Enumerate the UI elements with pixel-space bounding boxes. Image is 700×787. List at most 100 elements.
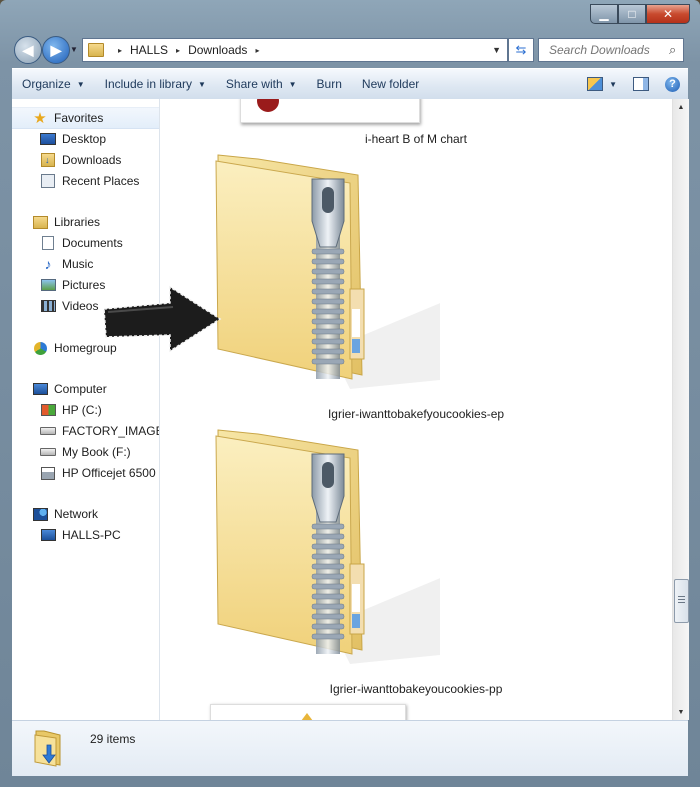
breadcrumb-downloads[interactable]: Downloads bbox=[188, 43, 247, 57]
drive-icon bbox=[40, 445, 56, 459]
sidebar-item-documents[interactable]: Documents bbox=[12, 233, 123, 253]
explorer-window: ▁ □ ✕ ◀ ▶ ▼ ▸ HALLS ▸ Downloads ▸ ▼ ⇆ ⌕ … bbox=[0, 0, 700, 787]
sidebar-item-factory-image[interactable]: FACTORY_IMAGE bbox=[12, 421, 160, 441]
sidebar-item-label: Libraries bbox=[54, 215, 101, 229]
libraries-icon bbox=[32, 215, 48, 229]
sidebar-item-label: FACTORY_IMAGE bbox=[62, 424, 160, 438]
sidebar-item-label: Computer bbox=[54, 382, 107, 396]
preview-pane-icon[interactable] bbox=[633, 77, 649, 91]
scroll-down-icon[interactable]: ▼ bbox=[673, 704, 689, 720]
chevron-down-icon: ▼ bbox=[198, 79, 206, 89]
file-name[interactable]: i-heart B of M chart bbox=[160, 132, 672, 146]
breadcrumb-separator[interactable]: ▸ bbox=[118, 46, 122, 55]
sidebar-item-recent-places[interactable]: Recent Places bbox=[12, 171, 139, 191]
zip-folder-icon[interactable] bbox=[200, 424, 450, 664]
help-icon[interactable]: ? bbox=[665, 76, 680, 92]
scroll-up-icon[interactable]: ▲ bbox=[673, 99, 689, 115]
address-dropdown-icon[interactable]: ▼ bbox=[492, 45, 501, 55]
recent-pages-dropdown-icon[interactable]: ▼ bbox=[70, 45, 78, 54]
sidebar-item-label: Recent Places bbox=[62, 174, 140, 188]
folder-icon bbox=[88, 43, 104, 57]
sidebar-item-halls-pc[interactable]: HALLS-PC bbox=[12, 525, 121, 545]
new-folder-label: New folder bbox=[361, 77, 420, 91]
breadcrumb-halls[interactable]: HALLS bbox=[130, 43, 168, 57]
sidebar-item-desktop[interactable]: Desktop bbox=[12, 129, 106, 149]
star-icon: ★ bbox=[33, 110, 47, 127]
details-pane: 29 items bbox=[12, 720, 688, 776]
search-input[interactable] bbox=[547, 42, 669, 58]
burn-button[interactable]: Burn bbox=[307, 72, 352, 96]
file-name[interactable]: Igrier-iwanttobakeyoucookies-pp bbox=[160, 682, 672, 696]
content-area: ★ Favorites Desktop ↓ Downloads Recent P… bbox=[12, 99, 689, 720]
arrow-icon bbox=[103, 285, 222, 353]
computer-icon bbox=[32, 382, 48, 396]
refresh-icon: ⇆ bbox=[515, 42, 527, 57]
toolbar-right: ▼ ? bbox=[581, 72, 688, 96]
homegroup-icon bbox=[32, 341, 48, 355]
search-icon[interactable]: ⌕ bbox=[669, 42, 676, 58]
refresh-button[interactable]: ⇆ bbox=[508, 38, 534, 62]
change-view-icon[interactable] bbox=[587, 77, 604, 91]
sidebar-item-hp-c[interactable]: HP (C:) bbox=[12, 400, 102, 420]
scrollbar-thumb[interactable] bbox=[674, 579, 689, 623]
vertical-scrollbar[interactable]: ▲ ▼ bbox=[672, 99, 689, 720]
include-in-library-button[interactable]: Include in library ▼ bbox=[95, 72, 216, 96]
film-strip-icon bbox=[40, 299, 56, 313]
sidebar-item-computer[interactable]: Computer bbox=[12, 379, 107, 399]
sidebar-item-favorites[interactable]: ★ Favorites bbox=[12, 107, 159, 129]
caption-buttons: ▁ □ ✕ bbox=[590, 4, 690, 24]
sidebar-item-label: Network bbox=[54, 507, 99, 521]
computer-icon bbox=[40, 528, 56, 542]
sidebar-item-label: Downloads bbox=[62, 153, 122, 167]
sidebar-item-label: HP Officejet 6500 I bbox=[62, 466, 160, 480]
sidebar-item-label: HALLS-PC bbox=[62, 528, 121, 542]
address-bar[interactable]: ▸ HALLS ▸ Downloads ▸ ▼ bbox=[82, 38, 508, 62]
sidebar-item-videos[interactable]: Videos bbox=[12, 296, 98, 316]
chevron-down-icon: ▼ bbox=[288, 79, 297, 89]
pictures-icon bbox=[40, 278, 56, 292]
item-count: 29 items bbox=[90, 732, 136, 746]
command-bar: Organize ▼ Include in library ▼ Share with… bbox=[12, 68, 688, 100]
maximize-button[interactable]: □ bbox=[618, 4, 646, 24]
sidebar-item-label: Videos bbox=[62, 299, 99, 313]
sidebar-item-pictures[interactable]: Pictures bbox=[12, 275, 105, 295]
drive-icon bbox=[40, 424, 56, 438]
sidebar-item-hp-officejet[interactable]: HP Officejet 6500 I bbox=[12, 463, 160, 483]
chevron-down-icon: ▼ bbox=[76, 79, 85, 89]
printer-icon bbox=[40, 466, 56, 480]
warning-icon bbox=[301, 713, 313, 720]
view-options-button[interactable]: ▼ bbox=[607, 72, 619, 96]
share-with-button[interactable]: Share with ▼ bbox=[216, 72, 307, 96]
sidebar-item-my-book[interactable]: My Book (F:) bbox=[12, 442, 131, 462]
chevron-down-icon: ▼ bbox=[609, 79, 617, 89]
sidebar-item-libraries[interactable]: Libraries bbox=[12, 212, 100, 232]
forward-button[interactable]: ▶ bbox=[42, 36, 70, 64]
search-box[interactable]: ⌕ bbox=[538, 38, 684, 62]
breadcrumb-separator[interactable]: ▸ bbox=[176, 46, 180, 55]
file-thumbnail-partial[interactable] bbox=[210, 704, 406, 720]
file-list: i-heart B of M chart Igrier-iwanttobakef… bbox=[160, 99, 672, 720]
share-with-label: Share with bbox=[225, 77, 283, 91]
zip-folder-icon[interactable] bbox=[200, 149, 450, 389]
organize-button[interactable]: Organize ▼ bbox=[12, 72, 95, 96]
burn-label: Burn bbox=[316, 77, 342, 91]
back-button[interactable]: ◀ bbox=[14, 36, 42, 64]
music-note-icon: ♪ bbox=[44, 256, 52, 272]
sidebar-item-label: HP (C:) bbox=[62, 403, 102, 417]
downloads-folder-icon bbox=[34, 729, 64, 767]
file-name[interactable]: Igrier-iwanttobakefyoucookies-ep bbox=[160, 407, 672, 421]
sidebar-item-label: Favorites bbox=[54, 111, 104, 125]
sidebar-item-downloads[interactable]: ↓ Downloads bbox=[12, 150, 121, 170]
minimize-button[interactable]: ▁ bbox=[590, 4, 618, 24]
close-button[interactable]: ✕ bbox=[646, 4, 690, 24]
image-thumbnail[interactable] bbox=[240, 99, 420, 123]
breadcrumb-separator[interactable]: ▸ bbox=[255, 46, 259, 55]
organize-label: Organize bbox=[22, 77, 71, 91]
sidebar-item-network[interactable]: Network bbox=[12, 504, 98, 524]
include-in-library-label: Include in library bbox=[104, 77, 192, 91]
new-folder-button[interactable]: New folder bbox=[352, 72, 429, 96]
heart-image-fragment bbox=[257, 99, 279, 112]
desktop-icon bbox=[40, 132, 56, 146]
sidebar-item-music[interactable]: ♪ Music bbox=[12, 254, 94, 274]
sidebar-item-label: My Book (F:) bbox=[62, 445, 131, 459]
